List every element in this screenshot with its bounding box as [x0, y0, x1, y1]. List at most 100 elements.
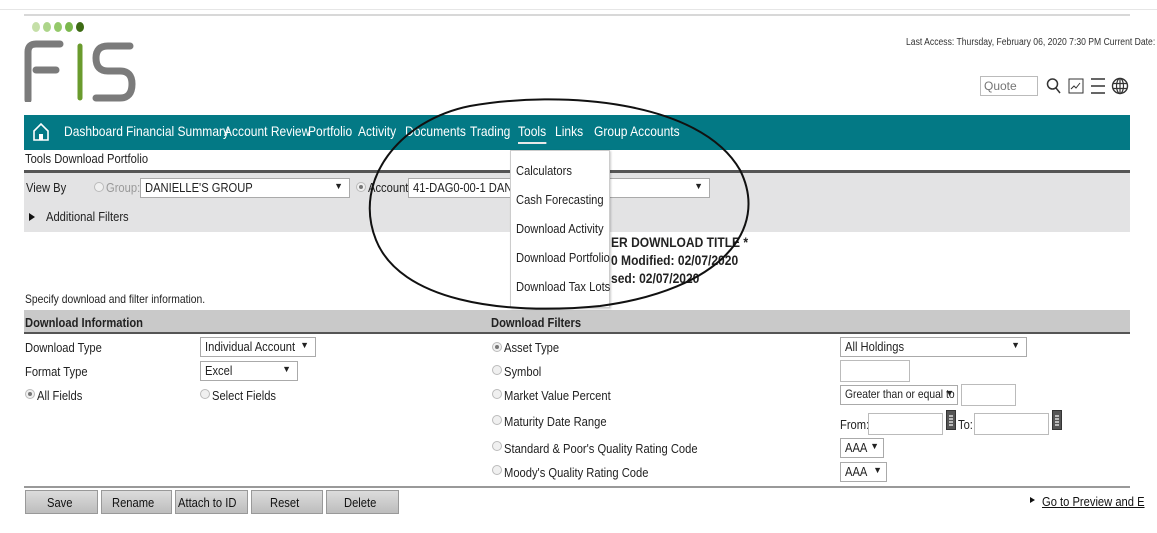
delete-button[interactable]: Delete [326, 490, 399, 514]
nav-links[interactable]: Links [555, 123, 583, 139]
dropdown-arrow-icon: ▼ [282, 364, 291, 374]
moody-rating-select[interactable]: AAA ▼ [840, 462, 887, 482]
download-type-value: Individual Account [205, 339, 296, 354]
menu-item-download-activity[interactable]: Download Activity [516, 221, 604, 236]
asset-type-value: All Holdings [845, 339, 905, 354]
moody-rating-label: Moody's Quality Rating Code [504, 465, 649, 480]
main-nav: Dashboard Financial Summary Account Revi… [24, 115, 1130, 150]
menu-item-download-portfolio[interactable]: Download Portfolio [516, 250, 610, 265]
logo-dots [32, 22, 84, 32]
to-date-input[interactable] [974, 413, 1049, 435]
group-select[interactable]: DANIELLE'S GROUP ▼ [140, 178, 350, 198]
dropdown-arrow-icon: ▼ [873, 465, 882, 475]
reset-button[interactable]: Reset [251, 490, 323, 514]
calendar-icon[interactable] [946, 410, 956, 430]
menu-item-cash-forecasting[interactable]: Cash Forecasting [516, 192, 604, 207]
select-fields-radio[interactable] [200, 389, 210, 399]
nav-portfolio[interactable]: Portfolio [308, 123, 352, 139]
top-divider [0, 9, 1157, 10]
sp-rating-value: AAA [845, 440, 868, 455]
dropdown-arrow-icon: ▼ [1011, 340, 1020, 350]
sp-rating-label: Standard & Poor's Quality Rating Code [504, 441, 698, 456]
go-to-preview-link[interactable]: Go to Preview and E [1042, 494, 1145, 509]
symbol-input[interactable] [840, 360, 910, 382]
menu-icon[interactable] [1088, 76, 1108, 96]
sp-rating-select[interactable]: AAA ▼ [840, 438, 884, 458]
calendar-icon[interactable] [1052, 410, 1062, 430]
save-button-label: Save [46, 494, 73, 510]
download-type-select[interactable]: Individual Account ▼ [200, 337, 316, 357]
asset-type-select[interactable]: All Holdings ▼ [840, 337, 1027, 357]
all-fields-label: All Fields [37, 388, 83, 403]
menu-item-download-tax-lots[interactable]: Download Tax Lots [516, 279, 610, 294]
fis-logo [24, 20, 140, 102]
nav-financial-summary[interactable]: Financial Summary [126, 123, 229, 139]
dropdown-arrow-icon: ▼ [694, 181, 703, 191]
format-type-select[interactable]: Excel ▼ [200, 361, 298, 381]
menu-item-calculators[interactable]: Calculators [516, 163, 572, 178]
search-icon[interactable] [1044, 76, 1064, 96]
tools-menu: Calculators Cash Forecasting Download Ac… [510, 150, 610, 308]
nav-group-accounts[interactable]: Group Accounts [594, 123, 680, 139]
instructions-text: Specify download and filter information. [25, 292, 206, 306]
dropdown-arrow-icon: ▼ [300, 340, 309, 350]
nav-tools[interactable]: Tools [518, 123, 546, 144]
additional-filters-toggle[interactable]: Additional Filters [46, 209, 129, 224]
fis-wordmark [24, 40, 136, 102]
market-value-operator-select[interactable]: Greater than or equal to ▼ [840, 385, 958, 405]
download-filters-heading: Download Filters [491, 315, 582, 330]
moody-rating-value: AAA [845, 464, 868, 479]
account-radio[interactable] [356, 182, 366, 192]
nav-account-review[interactable]: Account Review [224, 123, 310, 139]
all-fields-radio[interactable] [25, 389, 35, 399]
nav-trading[interactable]: Trading [470, 123, 510, 139]
logo-dot [43, 22, 51, 32]
market-value-radio[interactable] [492, 389, 502, 399]
globe-icon[interactable] [1110, 76, 1130, 96]
attach-to-id-button[interactable]: Attach to ID [175, 490, 248, 514]
chart-icon[interactable] [1066, 76, 1086, 96]
expand-caret-icon[interactable] [29, 213, 35, 221]
save-button[interactable]: Save [25, 490, 98, 514]
group-label: Group: [106, 180, 141, 195]
page-title: Tools Download Portfolio [25, 151, 149, 166]
from-date-input[interactable] [868, 413, 943, 435]
nav-dashboard[interactable]: Dashboard [64, 123, 123, 139]
maturity-date-radio[interactable] [492, 415, 502, 425]
download-used-line: sed: 02/07/2020 [611, 270, 700, 286]
delete-button-label: Delete [343, 494, 377, 510]
nav-activity[interactable]: Activity [358, 123, 396, 139]
sp-rating-radio[interactable] [492, 441, 502, 451]
view-by-label: View By [26, 180, 67, 195]
download-information-heading: Download Information [25, 315, 144, 330]
download-modified-line: 0 Modified: 02/07/2020 [611, 252, 739, 268]
logo-dot [76, 22, 84, 32]
download-title: ER DOWNLOAD TITLE * 0 Modified: 02/07/20… [611, 233, 770, 287]
to-label: To: [958, 417, 973, 432]
account-label: Account: [368, 180, 412, 195]
market-value-input[interactable] [961, 384, 1016, 406]
quote-input[interactable] [980, 76, 1038, 96]
from-label: From: [840, 417, 870, 432]
download-type-label: Download Type [25, 340, 102, 355]
home-icon[interactable] [32, 122, 50, 145]
asset-type-label: Asset Type [504, 340, 560, 355]
download-title-line: ER DOWNLOAD TITLE * [611, 234, 749, 250]
go-arrow-icon [1030, 497, 1035, 503]
group-select-value: DANIELLE'S GROUP [145, 180, 253, 195]
moody-rating-radio[interactable] [492, 465, 502, 475]
logo-dot [54, 22, 62, 32]
asset-type-radio[interactable] [492, 342, 502, 352]
format-type-label: Format Type [25, 364, 88, 379]
symbol-label: Symbol [504, 364, 542, 379]
group-radio[interactable] [94, 182, 104, 192]
form-divider [24, 486, 1130, 488]
symbol-radio[interactable] [492, 365, 502, 375]
logo-dot [65, 22, 73, 32]
select-fields-label: Select Fields [212, 388, 277, 403]
format-type-value: Excel [205, 363, 233, 378]
nav-documents[interactable]: Documents [405, 123, 466, 139]
last-access-text: Last Access: Thursday, February 06, 2020… [906, 37, 1157, 48]
market-value-label: Market Value Percent [504, 388, 611, 403]
rename-button[interactable]: Rename [101, 490, 172, 514]
